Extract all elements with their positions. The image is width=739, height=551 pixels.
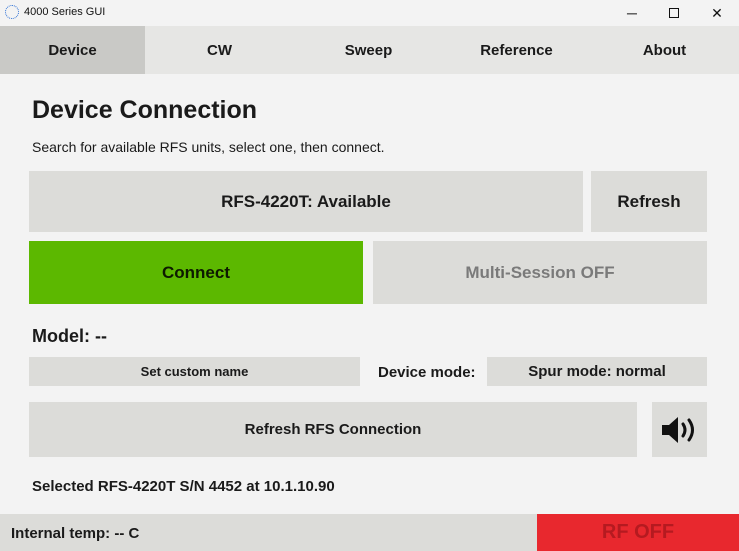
refresh-button[interactable]: Refresh <box>591 171 707 232</box>
maximize-icon <box>669 8 679 18</box>
close-button[interactable]: ✕ <box>695 0 739 26</box>
device-mode-label: Device mode: <box>378 364 476 381</box>
window-title: 4000 Series GUI <box>24 6 106 18</box>
minimize-button[interactable]: ─ <box>610 0 654 26</box>
app-icon <box>5 5 19 19</box>
tab-sweep[interactable]: Sweep <box>294 26 443 74</box>
maximize-button[interactable] <box>652 0 696 26</box>
rf-off-button[interactable]: RF OFF <box>537 514 739 551</box>
model-label: Model: -- <box>32 326 107 346</box>
tab-device[interactable]: Device <box>0 26 145 74</box>
sound-toggle-button[interactable] <box>652 402 707 457</box>
selected-device-text: Selected RFS-4220T S/N 4452 at 10.1.10.9… <box>32 478 335 495</box>
multi-session-toggle[interactable]: Multi-Session OFF <box>373 241 707 304</box>
tab-about[interactable]: About <box>590 26 739 74</box>
tab-reference[interactable]: Reference <box>443 26 590 74</box>
status-bar: Internal temp: -- C RF OFF <box>0 514 739 551</box>
spur-mode-button[interactable]: Spur mode: normal <box>487 357 707 386</box>
device-select-button[interactable]: RFS-4220T: Available <box>29 171 583 232</box>
refresh-connection-button[interactable]: Refresh RFS Connection <box>29 402 637 457</box>
connect-button[interactable]: Connect <box>29 241 363 304</box>
tab-cw[interactable]: CW <box>145 26 294 74</box>
speaker-volume-icon <box>661 416 694 443</box>
instructions-text: Search for available RFS units, select o… <box>32 139 385 155</box>
tab-bar: Device CW Sweep Reference About <box>0 26 739 74</box>
title-bar: 4000 Series GUI ─ ✕ <box>0 0 739 26</box>
page-title: Device Connection <box>32 96 258 124</box>
internal-temp-text: Internal temp: -- C <box>11 525 140 542</box>
set-custom-name-button[interactable]: Set custom name <box>29 357 360 386</box>
